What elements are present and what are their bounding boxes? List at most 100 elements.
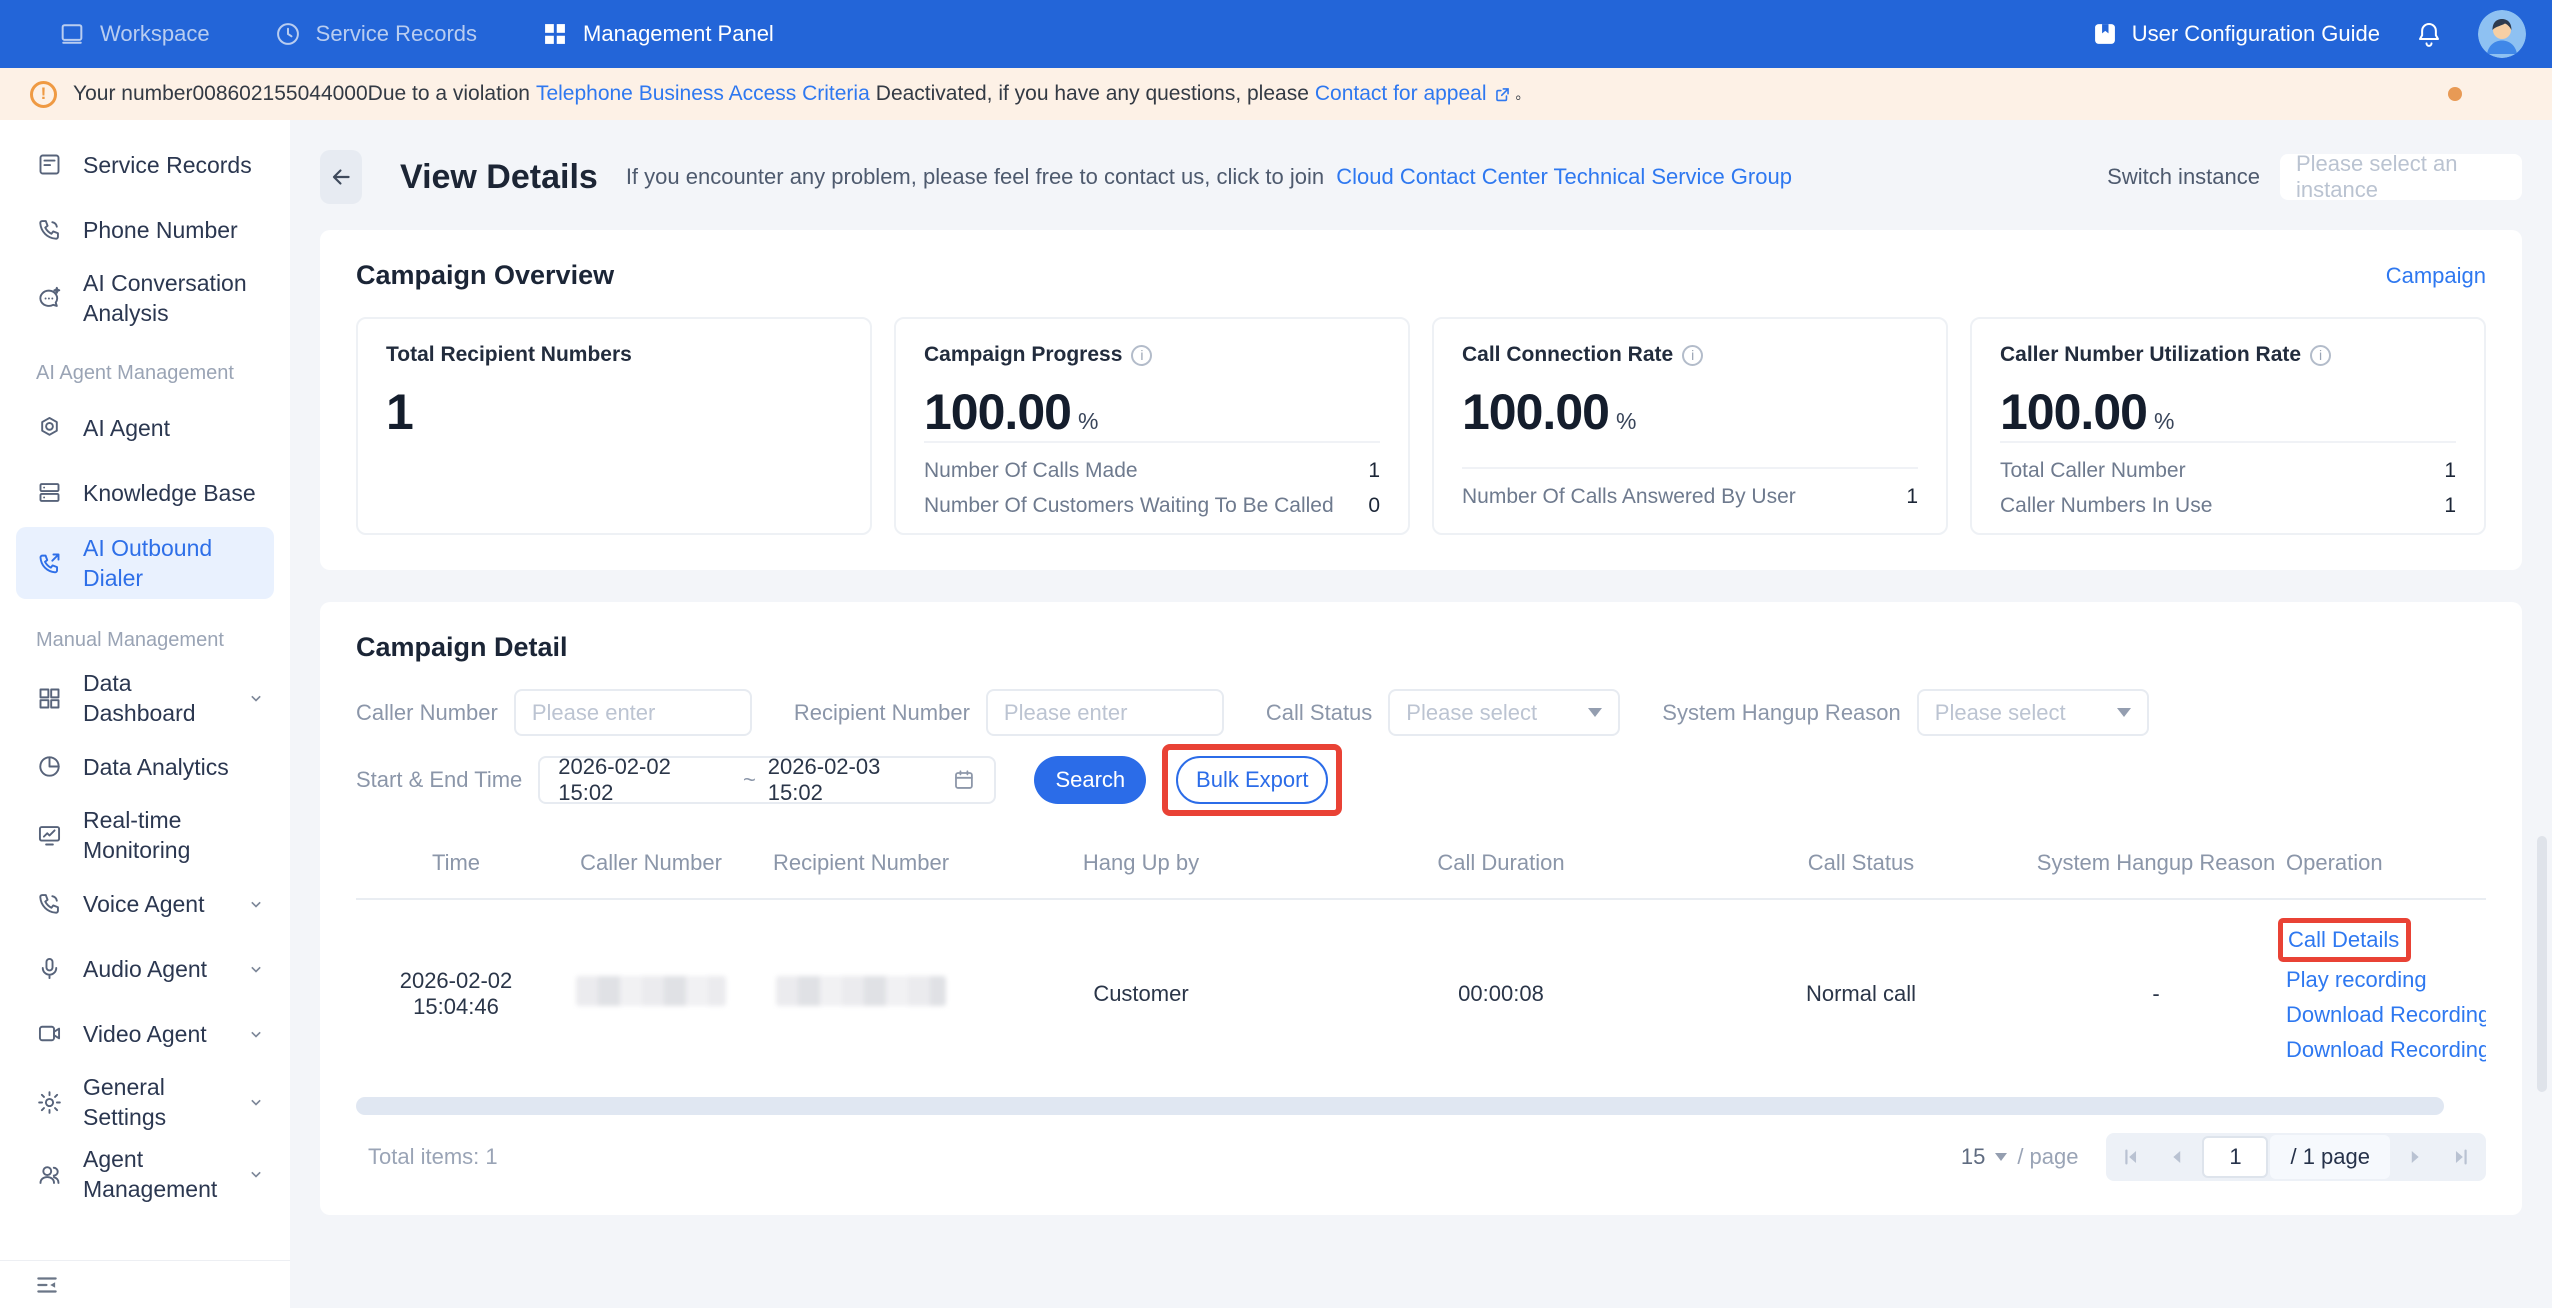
switch-instance-label: Switch instance (2107, 164, 2260, 190)
sidebar-label: AI Agent (83, 413, 266, 443)
sidebar-item-ai-conversation-analysis[interactable]: AI Conversation Analysis (0, 262, 290, 334)
chevron-down-icon (246, 1024, 266, 1044)
download-recording-audio-link[interactable]: Download Recording Au (2286, 1000, 2486, 1030)
cell-caller-number (556, 976, 746, 1012)
technical-service-group-link[interactable]: Cloud Contact Center Technical Service G… (1336, 164, 1792, 189)
sidebar-item-realtime-monitoring[interactable]: Real-time Monitoring (0, 799, 290, 871)
pager: 1 / 1 page (2106, 1133, 2486, 1181)
ai-conversation-icon (36, 285, 63, 312)
date-start: 2026-02-02 15:02 (558, 754, 731, 806)
instance-select[interactable]: Please select an instance (2280, 154, 2522, 200)
notification-bell-icon[interactable] (2414, 19, 2444, 49)
chevron-down-icon (246, 1092, 266, 1112)
knowledge-base-icon (36, 479, 63, 506)
sidebar-section-ai-agent-management: AI Agent Management (0, 334, 290, 395)
sidebar-item-voice-agent[interactable]: Voice Agent (0, 871, 290, 936)
table-row: 2026-02-02 15:04:46 Customer 00:00:08 No… (356, 900, 2486, 1083)
column-header-caller-number: Caller Number (556, 834, 746, 898)
external-link-icon (1493, 85, 1512, 104)
next-page-button[interactable] (2392, 1133, 2438, 1181)
sidebar-label: Service Records (83, 150, 266, 180)
redacted-caller-number (576, 976, 726, 1006)
cell-system-hangup-reason: - (2026, 981, 2286, 1007)
user-configuration-guide[interactable]: User Configuration Guide (2091, 20, 2380, 48)
top-navigation-bar: Workspace Service Records Management Pan… (0, 0, 2552, 68)
clock-icon (274, 20, 302, 48)
system-hangup-reason-select[interactable]: Please select (1917, 689, 2149, 736)
telephone-criteria-link[interactable]: Telephone Business Access Criteria (536, 82, 870, 106)
metric-row: Number Of Calls Answered By User 1 (1462, 485, 1918, 509)
redacted-recipient-number (776, 976, 946, 1006)
stat-call-connection-rate: Call Connection Rate i 100.00 % Number O… (1432, 317, 1948, 535)
contact-appeal-link[interactable]: Contact for appeal (1315, 82, 1487, 106)
campaign-link[interactable]: Campaign (2386, 263, 2486, 289)
sidebar-item-service-records[interactable]: Service Records (0, 132, 290, 197)
collapse-sidebar-icon[interactable] (34, 1272, 60, 1298)
stat-caller-number-utilization-rate: Caller Number Utilization Rate i 100.00 … (1970, 317, 2486, 535)
sidebar-item-agent-management[interactable]: Agent Management (0, 1138, 290, 1210)
recipient-number-label: Recipient Number (794, 700, 970, 726)
campaign-overview-title: Campaign Overview (356, 260, 614, 291)
previous-page-button[interactable] (2154, 1133, 2200, 1181)
user-avatar[interactable] (2478, 10, 2526, 58)
sidebar-label: Real-time Monitoring (83, 805, 266, 865)
info-icon[interactable]: i (1682, 345, 1703, 366)
date-separator: ~ (743, 767, 756, 793)
chevron-down-icon (246, 894, 266, 914)
sidebar-label: Knowledge Base (83, 478, 266, 508)
stat-value: 1 (386, 383, 413, 441)
sidebar-label: Audio Agent (83, 954, 246, 984)
column-header-time: Time (356, 834, 556, 898)
sidebar-label: Video Agent (83, 1019, 246, 1049)
nav-workspace[interactable]: Workspace (58, 20, 210, 48)
sidebar-item-video-agent[interactable]: Video Agent (0, 1001, 290, 1066)
stat-campaign-progress: Campaign Progress i 100.00 % Number Of C… (894, 317, 1410, 535)
current-page-input[interactable]: 1 (2202, 1136, 2268, 1178)
sidebar-item-audio-agent[interactable]: Audio Agent (0, 936, 290, 1001)
banner-text-suffix: 。 (1516, 84, 1530, 104)
metric-row: Caller Numbers In Use 1 (2000, 494, 2456, 518)
date-range-picker[interactable]: 2026-02-02 15:02 ~ 2026-02-03 15:02 (538, 756, 996, 804)
info-icon[interactable]: i (1131, 345, 1152, 366)
sidebar-item-general-settings[interactable]: General Settings (0, 1066, 290, 1138)
sidebar-item-ai-outbound-dialer[interactable]: AI Outbound Dialer (16, 527, 274, 599)
nav-service-records[interactable]: Service Records (274, 20, 477, 48)
vertical-scrollbar[interactable] (2537, 836, 2547, 1092)
next-page-icon (2404, 1146, 2426, 1168)
data-dashboard-icon (36, 685, 63, 712)
caller-number-input[interactable] (514, 689, 752, 736)
sidebar-item-data-analytics[interactable]: Data Analytics (0, 734, 290, 799)
horizontal-scrollbar[interactable] (356, 1097, 2444, 1115)
call-details-link[interactable]: Call Details (2288, 927, 2399, 952)
back-button[interactable] (320, 150, 362, 204)
realtime-monitoring-icon (36, 822, 63, 849)
sidebar-item-data-dashboard[interactable]: Data Dashboard (0, 662, 290, 734)
sidebar-item-ai-agent[interactable]: AI Agent (0, 395, 290, 460)
metric-row: Number Of Customers Waiting To Be Called… (924, 494, 1380, 518)
cell-operation: Call Details Play recording Download Rec… (2286, 922, 2486, 1065)
ai-outbound-dialer-icon (36, 550, 63, 577)
last-page-button[interactable] (2438, 1133, 2484, 1181)
campaign-overview-card: Campaign Overview Campaign Total Recipie… (320, 230, 2522, 570)
call-status-select[interactable]: Please select (1388, 689, 1620, 736)
video-agent-icon (36, 1020, 63, 1047)
nav-management-panel[interactable]: Management Panel (541, 20, 774, 48)
page-size-select[interactable]: 15 / page (1961, 1144, 2079, 1170)
chevron-down-icon (246, 688, 266, 708)
sidebar-item-phone-number[interactable]: Phone Number (0, 197, 290, 262)
column-header-call-status: Call Status (1696, 834, 2026, 898)
recipient-number-input[interactable] (986, 689, 1224, 736)
play-recording-link[interactable]: Play recording (2286, 965, 2427, 995)
sidebar-item-knowledge-base[interactable]: Knowledge Base (0, 460, 290, 525)
bulk-export-button[interactable]: Bulk Export (1176, 756, 1328, 804)
download-recording-text-link[interactable]: Download Recording Te (2286, 1035, 2486, 1065)
total-items-label: Total items: 1 (368, 1144, 498, 1170)
banner-text-prefix: Your number008602155044000Due to a viola… (73, 82, 530, 106)
back-arrow-icon (328, 164, 354, 190)
last-page-icon (2450, 1146, 2472, 1168)
info-icon[interactable]: i (2310, 345, 2331, 366)
pagination-bar: Total items: 1 15 / page 1 (356, 1133, 2486, 1181)
search-button[interactable]: Search (1034, 756, 1146, 804)
voice-agent-icon (36, 890, 63, 917)
first-page-button[interactable] (2108, 1133, 2154, 1181)
